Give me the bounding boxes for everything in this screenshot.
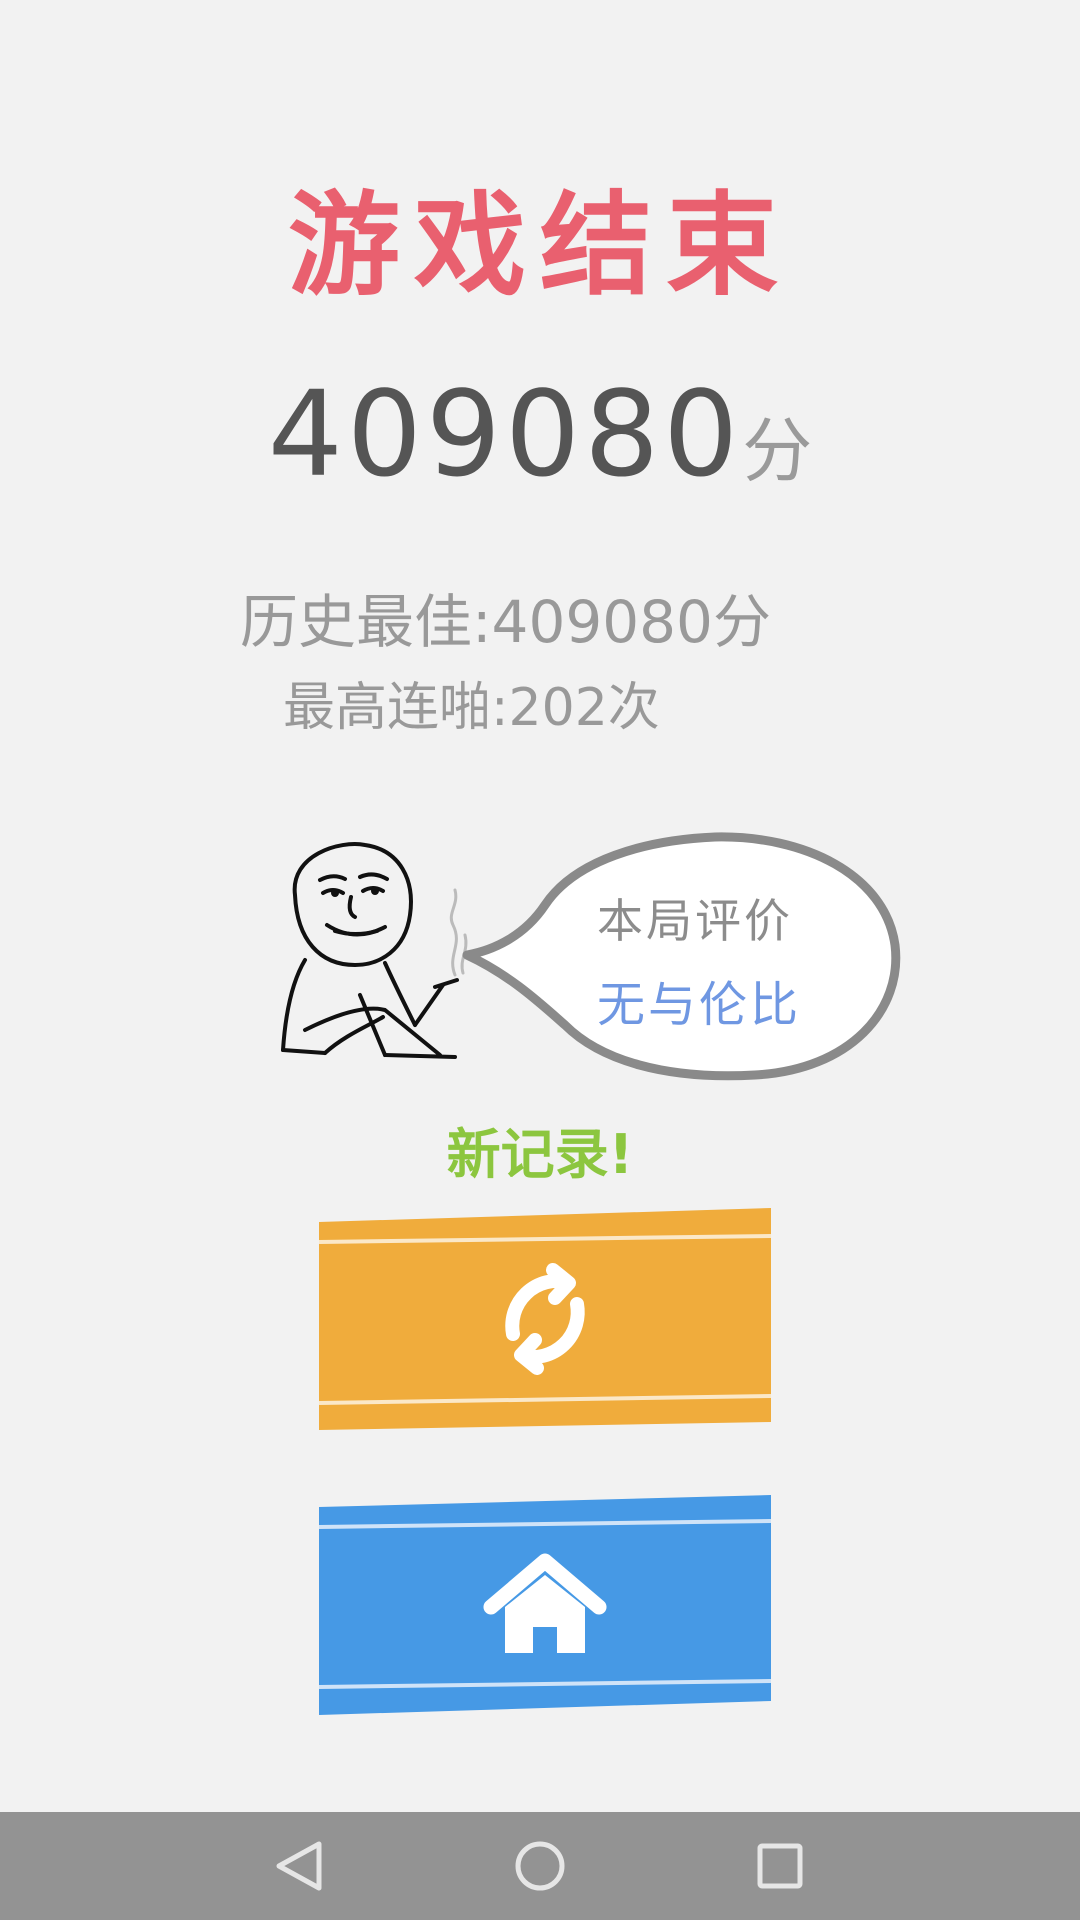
- back-triangle-icon[interactable]: [261, 1826, 341, 1906]
- recent-square-icon[interactable]: [740, 1826, 820, 1906]
- best-score-stat: 历史最佳:409080分: [240, 588, 771, 656]
- restart-button[interactable]: [317, 1208, 773, 1430]
- game-over-screen: 游戏结束 409080分 历史最佳:409080分 最高连啪:202次 本局评价…: [0, 0, 1080, 1920]
- max-combo-stat: 最高连啪:202次: [283, 678, 660, 738]
- evaluation-label: 本局评价: [597, 894, 793, 948]
- new-record-badge: 新记录!: [446, 1123, 634, 1186]
- score-unit: 分: [742, 410, 813, 492]
- evaluation-rating: 无与伦比: [597, 977, 802, 1033]
- speech-bubble: [462, 832, 901, 1081]
- smoking-meme-character-illustration: [281, 842, 468, 1059]
- home-circle-icon[interactable]: [500, 1826, 580, 1906]
- score-value: 409080: [267, 365, 743, 503]
- system-navigation-bar: [0, 1812, 1080, 1920]
- game-over-title: 游戏结束: [288, 181, 792, 311]
- score-display: 409080分: [0, 365, 1080, 503]
- home-button[interactable]: [317, 1495, 773, 1715]
